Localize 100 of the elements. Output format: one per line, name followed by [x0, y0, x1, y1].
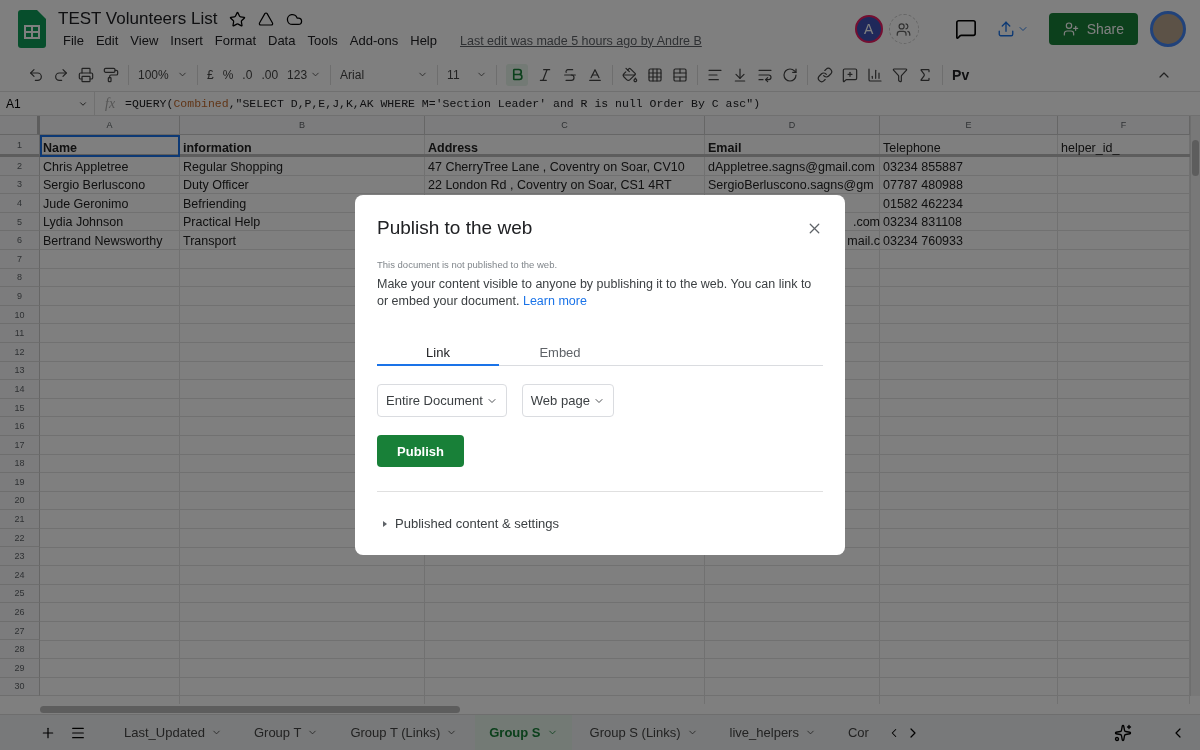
filter-icon[interactable]: [892, 66, 909, 83]
menu-item[interactable]: Tools: [302, 32, 343, 49]
menu-item[interactable]: Data: [263, 32, 301, 49]
row-header[interactable]: 28: [0, 640, 40, 660]
menu-item[interactable]: File: [58, 32, 89, 49]
table-cell: Address: [428, 141, 479, 155]
comment-icon[interactable]: [954, 18, 977, 40]
publish-status: This document is not published to the web.: [377, 259, 559, 270]
zoom-select[interactable]: 100%: [138, 67, 188, 82]
table-cell: Duty Officer: [183, 178, 249, 193]
table-cell: SergioBerluscono.sagns@gm: [708, 178, 874, 193]
sheet-tab[interactable]: Last_Updated: [110, 715, 236, 750]
text-color-icon[interactable]: [587, 66, 604, 83]
dialog-tab[interactable]: Embed: [499, 340, 621, 366]
dialog-tab[interactable]: Link: [377, 340, 499, 366]
table-cell: Befriending: [183, 196, 247, 211]
table-cell: Name: [43, 141, 78, 155]
table-cell: Email: [708, 141, 742, 155]
horizontal-scrollbar[interactable]: [40, 705, 460, 713]
vertical-scrollbar[interactable]: [1190, 116, 1200, 697]
currency-format[interactable]: £: [207, 67, 214, 82]
caret-icon: [381, 519, 389, 528]
undo-icon[interactable]: [28, 66, 44, 83]
table-cell: helper_id_: [1061, 141, 1120, 155]
published-settings-expander[interactable]: Published content & settings: [377, 516, 823, 531]
person-icon: [1062, 21, 1079, 37]
menu-item[interactable]: Help: [405, 32, 442, 49]
table-cell: mail.c: [847, 233, 880, 248]
table-cell: .com: [852, 215, 880, 230]
publish-button[interactable]: Publish: [377, 435, 464, 467]
fill-color-icon[interactable]: [622, 66, 639, 83]
number-format-select[interactable]: 123: [287, 67, 322, 82]
strikethrough-icon[interactable]: [562, 66, 579, 83]
sheet-tab[interactable]: Group T: [239, 715, 333, 750]
table-cell: Jude Geronimo: [43, 196, 129, 211]
table-cell: 03234 831108: [883, 215, 963, 230]
star-icon[interactable]: [229, 10, 247, 28]
dropdown[interactable]: Web page: [521, 384, 614, 417]
table-cell: 03234 760933: [883, 233, 963, 248]
selected-cell[interactable]: Name: [40, 135, 180, 157]
font-size-select[interactable]: 11: [447, 67, 488, 82]
column-header[interactable]: E: [880, 116, 1058, 135]
paint-format-icon[interactable]: [103, 66, 119, 83]
table-cell: Regular Shopping: [183, 159, 284, 174]
user-avatar[interactable]: A: [854, 15, 883, 43]
table-cell: 22 London Rd , Coventry on Soar, CS1 4RT: [428, 178, 672, 193]
table-cell: Practical Help: [183, 215, 261, 230]
formula-text[interactable]: =QUERY(Combined,"SELECT D,P,E,J,K,AK WHERE M='Section Leader' and R is null Order By C asc"): [125, 97, 761, 110]
percent-format[interactable]: %: [222, 67, 234, 82]
upload-icon: [996, 20, 1015, 38]
explore-icon[interactable]: [1114, 723, 1132, 742]
sheet-tab[interactable]: Group S: [475, 715, 572, 750]
link-icon[interactable]: [817, 66, 834, 83]
decrease-decimals[interactable]: .0: [242, 67, 253, 82]
sheet-tab[interactable]: Group T (Links): [336, 715, 472, 750]
menu-item[interactable]: Add-ons: [344, 32, 404, 49]
table-cell: Chris Appletree: [43, 159, 129, 174]
menu-item[interactable]: Edit: [90, 32, 124, 49]
name-box[interactable]: A1: [0, 92, 95, 115]
profile-photo-placeholder[interactable]: [1150, 11, 1186, 47]
dropdown[interactable]: Entire Document: [377, 384, 507, 417]
menu-item[interactable]: Insert: [165, 32, 208, 49]
print-icon[interactable]: [78, 66, 94, 83]
sheet-tab[interactable]: live_helpers: [715, 715, 830, 750]
redo-icon[interactable]: [53, 66, 69, 83]
share-button[interactable]: Share: [1048, 13, 1138, 45]
sheet-tab[interactable]: Cor: [833, 715, 883, 750]
table-cell: Transport: [183, 233, 237, 248]
text-rotation-icon[interactable]: [782, 66, 799, 83]
column-header[interactable]: B: [180, 116, 425, 135]
spreadsheet-logo[interactable]: [18, 10, 46, 48]
row-header[interactable]: 23: [0, 547, 40, 567]
chart-icon[interactable]: [867, 66, 884, 83]
learn-more-link[interactable]: Learn more: [522, 294, 587, 308]
table-cell: Sergio Berluscono: [43, 178, 146, 193]
font-select[interactable]: Arial: [340, 67, 429, 82]
bold-button[interactable]: [506, 63, 529, 86]
document-title[interactable]: TEST Volunteers List: [58, 9, 218, 29]
column-header[interactable]: C: [425, 116, 705, 135]
column-header[interactable]: F: [1058, 116, 1190, 135]
add-comment-icon[interactable]: [842, 66, 859, 83]
table-cell: 01582 462234: [883, 196, 963, 211]
table-cell: Telephone: [883, 141, 941, 155]
menu-item[interactable]: View: [125, 32, 164, 49]
drive-icon[interactable]: [258, 11, 275, 27]
script-label[interactable]: Pv: [952, 66, 970, 83]
sheet-tab[interactable]: Group S (Links): [575, 715, 712, 750]
increase-decimals[interactable]: .00: [261, 67, 279, 82]
borders-icon[interactable]: [647, 66, 664, 83]
menu-item[interactable]: Format: [209, 32, 261, 49]
table-cell: Bertrand Newsworthy: [43, 233, 163, 248]
table-cell: 47 CherryTree Lane , Coventry on Soar, CV10: [428, 159, 685, 174]
merge-cells-icon[interactable]: [672, 66, 689, 83]
column-header[interactable]: A: [40, 116, 180, 135]
table-cell: information: [183, 141, 252, 155]
last-edit-link[interactable]: Last edit was made 5 hours ago by Andre B: [460, 33, 702, 48]
dialog-title: Publish to the web: [377, 217, 533, 239]
table-cell: 03234 855887: [883, 159, 963, 174]
column-header[interactable]: D: [705, 116, 880, 135]
dialog-description: Make your content visible to anyone by publishing it to the web. You can link to or embed your document. Learn more: [377, 276, 813, 310]
